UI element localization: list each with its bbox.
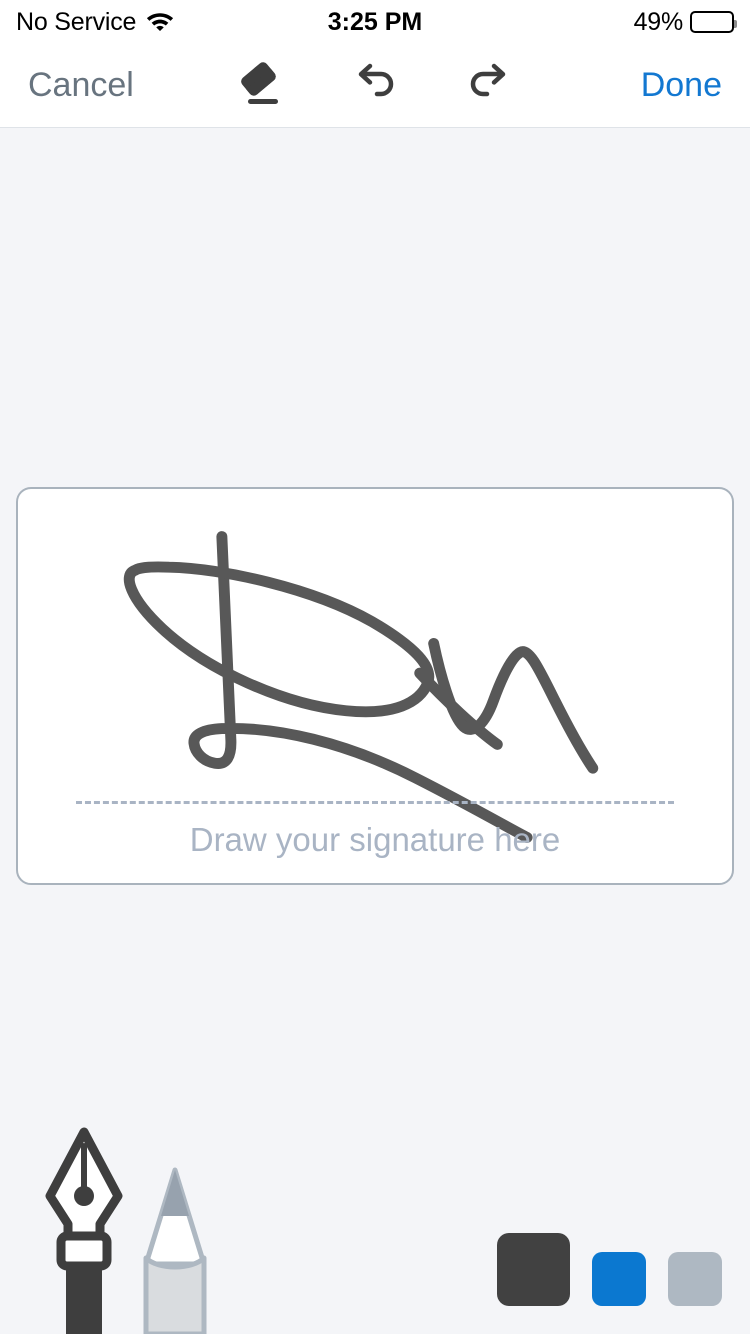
eraser-button[interactable] [233,58,289,114]
wifi-icon [145,9,175,36]
carrier-label: No Service [16,8,136,37]
color-swatch-blue[interactable] [592,1252,646,1306]
navigation-toolbar: Cancel [0,44,750,128]
redo-button[interactable] [461,58,517,114]
undo-button[interactable] [347,58,403,114]
status-bar-left: No Service [16,8,328,37]
color-palette [497,1233,722,1306]
clock-label: 3:25 PM [328,8,422,37]
signature-placeholder-text: Draw your signature here [18,821,732,859]
done-button[interactable]: Done [641,66,722,105]
pencil-icon [132,1322,218,1334]
undo-icon [349,61,401,110]
status-bar-right: 49% [422,8,734,37]
cancel-button[interactable]: Cancel [28,66,134,105]
status-bar-center: 3:25 PM [328,8,422,37]
signature-canvas-card[interactable]: Draw your signature here [16,487,734,885]
fountain-pen-tool[interactable] [40,1124,128,1334]
fountain-pen-icon [40,1322,128,1334]
pencil-tool[interactable] [132,1158,218,1334]
status-bar: No Service 3:25 PM 49% [0,0,750,44]
color-swatch-gray[interactable] [668,1252,722,1306]
redo-icon [463,61,515,110]
battery-icon [690,11,734,33]
eraser-icon [235,61,287,110]
color-swatch-dark[interactable] [497,1233,570,1306]
signature-capture-screen: No Service 3:25 PM 49% Cancel [0,0,750,1334]
battery-percent-label: 49% [634,8,683,37]
signature-baseline [76,801,674,804]
